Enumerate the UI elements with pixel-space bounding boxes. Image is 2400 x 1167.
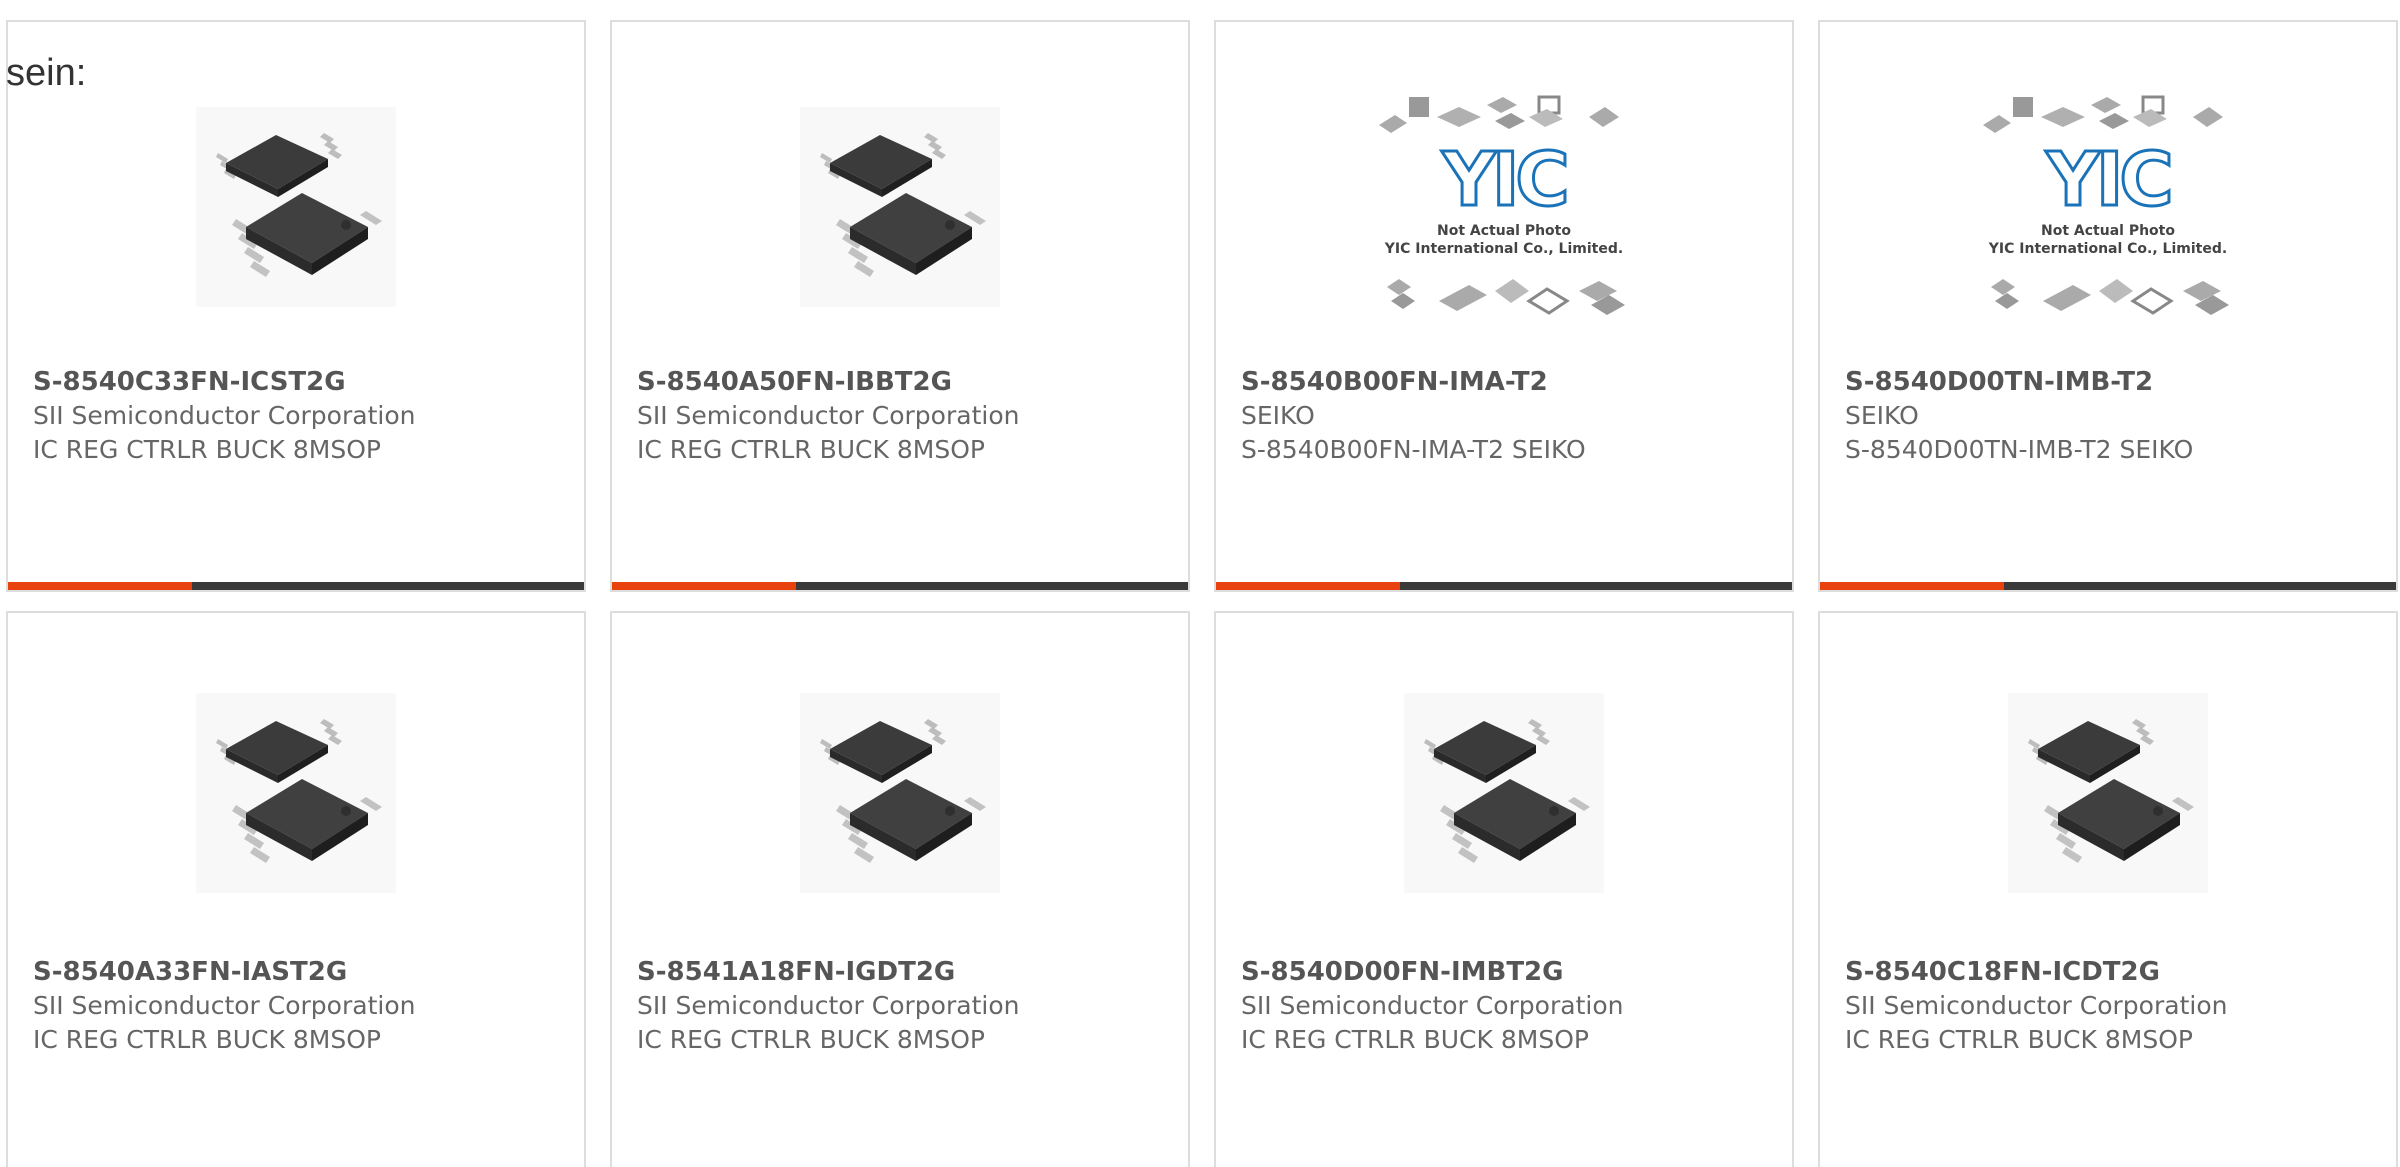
product-image[interactable] <box>8 92 584 322</box>
product-card[interactable]: S-8540D00FN-IMBT2G SII Semiconductor Cor… <box>1214 611 1794 1167</box>
part-number[interactable]: S-8541A18FN-IGDT2G <box>637 955 1178 989</box>
product-card[interactable]: S-8541A18FN-IGDT2G SII Semiconductor Cor… <box>610 611 1190 1167</box>
product-image[interactable]: Not Actual Photo YIC International Co., … <box>1216 92 1792 322</box>
product-image[interactable] <box>1216 673 1792 913</box>
placeholder-logo: Not Actual Photo YIC International Co., … <box>1981 95 2231 317</box>
product-grid: S-8540C33FN-ICST2G SII Semiconductor Cor… <box>0 0 2400 1167</box>
product-image[interactable] <box>612 673 1188 913</box>
part-number[interactable]: S-8540C18FN-ICDT2G <box>1845 955 2386 989</box>
progress-fill <box>612 582 797 590</box>
part-number[interactable]: S-8540D00FN-IMBT2G <box>1241 955 1782 989</box>
progress-bar <box>8 582 584 590</box>
manufacturer: SII Semiconductor Corporation <box>33 401 416 430</box>
description: IC REG CTRLR BUCK 8MSOP <box>637 1025 985 1054</box>
placeholder-line-1: Not Actual Photo <box>2041 223 2175 239</box>
product-card[interactable]: S-8540C33FN-ICST2G SII Semiconductor Cor… <box>6 20 586 592</box>
description: IC REG CTRLR BUCK 8MSOP <box>637 435 985 464</box>
description: IC REG CTRLR BUCK 8MSOP <box>33 1025 381 1054</box>
manufacturer: SEIKO <box>1241 401 1315 430</box>
manufacturer: SII Semiconductor Corporation <box>1241 991 1624 1020</box>
msop8-chip-icon <box>1404 693 1604 893</box>
manufacturer: SII Semiconductor Corporation <box>33 991 416 1020</box>
description: IC REG CTRLR BUCK 8MSOP <box>33 435 381 464</box>
product-image[interactable] <box>8 673 584 913</box>
placeholder-line-2: YIC International Co., Limited. <box>1988 241 2227 257</box>
manufacturer: SII Semiconductor Corporation <box>637 401 1020 430</box>
msop8-chip-icon <box>800 107 1000 307</box>
part-number[interactable]: S-8540A33FN-IAST2G <box>33 955 574 989</box>
product-image[interactable] <box>612 92 1188 322</box>
manufacturer: SEIKO <box>1845 401 1919 430</box>
product-image[interactable]: Not Actual Photo YIC International Co., … <box>1820 92 2396 322</box>
progress-bar <box>612 582 1188 590</box>
progress-bar <box>1216 582 1792 590</box>
product-card[interactable]: Not Actual Photo YIC International Co., … <box>1214 20 1794 592</box>
description: IC REG CTRLR BUCK 8MSOP <box>1845 1025 2193 1054</box>
manufacturer: SII Semiconductor Corporation <box>637 991 1020 1020</box>
progress-bar <box>1820 582 2396 590</box>
progress-fill <box>1216 582 1401 590</box>
placeholder-line-2: YIC International Co., Limited. <box>1384 241 1623 257</box>
product-card[interactable]: S-8540A33FN-IAST2G SII Semiconductor Cor… <box>6 611 586 1167</box>
progress-fill <box>8 582 193 590</box>
placeholder-line-1: Not Actual Photo <box>1437 223 1571 239</box>
part-number[interactable]: S-8540B00FN-IMA-T2 <box>1241 365 1782 399</box>
part-number[interactable]: S-8540C33FN-ICST2G <box>33 365 574 399</box>
product-image[interactable] <box>1820 673 2396 913</box>
manufacturer: SII Semiconductor Corporation <box>1845 991 2228 1020</box>
msop8-chip-icon <box>800 693 1000 893</box>
progress-fill <box>1820 582 2005 590</box>
msop8-chip-icon <box>196 693 396 893</box>
product-card[interactable]: S-8540A50FN-IBBT2G SII Semiconductor Cor… <box>610 20 1190 592</box>
description: S-8540D00TN-IMB-T2 SEIKO <box>1845 435 2194 464</box>
description: IC REG CTRLR BUCK 8MSOP <box>1241 1025 1589 1054</box>
intro-text: sein: <box>6 52 87 94</box>
part-number[interactable]: S-8540D00TN-IMB-T2 <box>1845 365 2386 399</box>
msop8-chip-icon <box>196 107 396 307</box>
product-card[interactable]: S-8540C18FN-ICDT2G SII Semiconductor Cor… <box>1818 611 2398 1167</box>
placeholder-logo: Not Actual Photo YIC International Co., … <box>1377 95 1627 317</box>
product-card[interactable]: Not Actual Photo YIC International Co., … <box>1818 20 2398 592</box>
msop8-chip-icon <box>2008 693 2208 893</box>
description: S-8540B00FN-IMA-T2 SEIKO <box>1241 435 1586 464</box>
part-number[interactable]: S-8540A50FN-IBBT2G <box>637 365 1178 399</box>
